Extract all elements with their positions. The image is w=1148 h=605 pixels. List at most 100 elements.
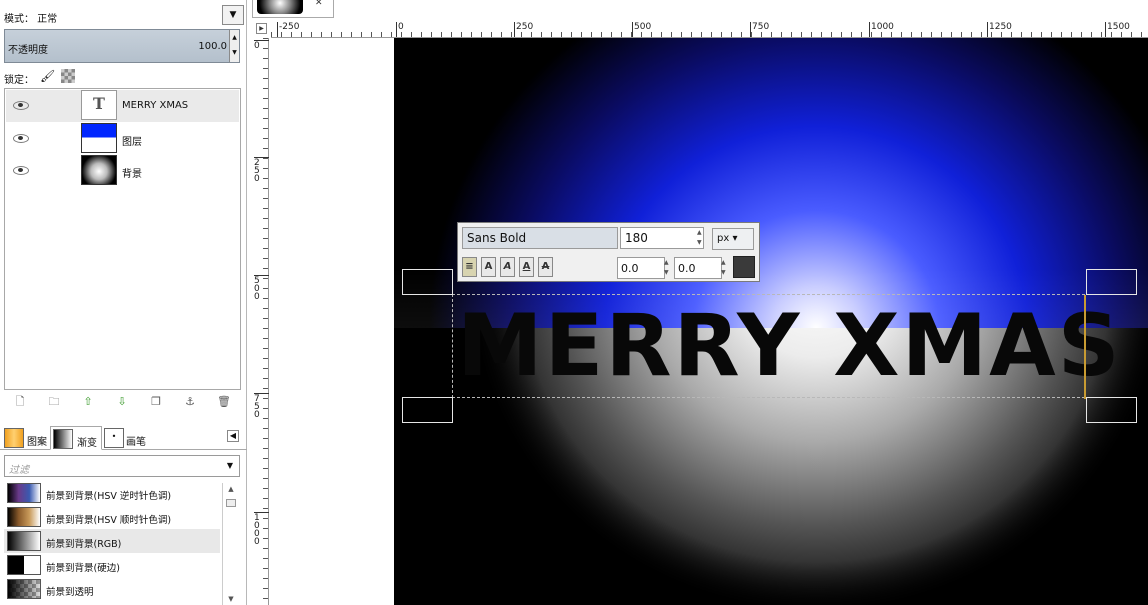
tab-label: 画笔 <box>126 437 146 448</box>
tab-gradients[interactable]: 渐变 <box>50 426 102 450</box>
blue-gradient-layer <box>394 38 1148 328</box>
filter-input[interactable]: 过滤 ▼ <box>4 455 240 477</box>
image-canvas[interactable]: MERRY XMAS <box>394 38 1148 605</box>
raise-layer-icon[interactable]: ⇧ <box>80 394 96 410</box>
gradient-label: 前景到背景(HSV 顺时针色调) <box>46 515 172 526</box>
lower-layer-icon[interactable]: ⇩ <box>114 394 130 410</box>
layers-toolbar: 🗋 🗀 ⇧ ⇩ ❐ ⚓ 🗑 <box>4 394 241 412</box>
pattern-swatch <box>4 428 24 448</box>
gradient-label: 前景到透明 <box>46 587 94 598</box>
gradient-preview <box>7 483 41 503</box>
ruler-label: 0 <box>396 22 404 37</box>
opacity-spinner[interactable]: ▲ ▼ <box>229 30 239 62</box>
gradient-label: 前景到背景(硬边) <box>46 563 120 574</box>
eye-icon[interactable] <box>13 134 29 143</box>
resize-handle-bottom-right[interactable] <box>1086 397 1137 423</box>
resize-handle-top-right[interactable] <box>1086 269 1137 295</box>
ruler-label: 1000 <box>254 512 269 547</box>
gradient-item[interactable]: 前景到背景(硬边) <box>4 553 220 577</box>
baseline-field[interactable]: 0.0 <box>617 257 665 279</box>
image-tab[interactable]: ✕ <box>252 0 334 18</box>
text-cursor <box>1084 295 1086 399</box>
tab-label: 渐变 <box>77 438 97 449</box>
ruler-label: 0 <box>254 40 269 51</box>
opacity-label: 不透明度 <box>8 45 48 56</box>
baseline-spinner[interactable]: ▲ ▼ <box>664 258 672 278</box>
new-layer-icon[interactable]: 🗋 <box>12 394 28 410</box>
tab-brushes[interactable]: • 画笔 <box>102 426 152 450</box>
underline-icon[interactable]: A <box>519 257 534 277</box>
tab-patterns[interactable]: 图案 <box>2 426 50 450</box>
text-layer-thumbnail: T <box>81 90 117 120</box>
gradient-label: 前景到背景(HSV 逆时针色调) <box>46 491 172 502</box>
gradient-item[interactable]: 前景到透明 <box>4 577 220 601</box>
scroll-thumb[interactable] <box>226 499 236 507</box>
resize-handle-bottom-left[interactable] <box>402 397 453 423</box>
gradient-list: 前景到背景(HSV 逆时针色调) 前景到背景(HSV 顺时针色调) 前景到背景(… <box>4 481 240 605</box>
font-size-spinner[interactable]: ▲ ▼ <box>697 228 705 248</box>
gradient-preview <box>7 531 41 551</box>
layer-row-layer[interactable]: 图层 <box>6 123 239 155</box>
brush-swatch: • <box>104 428 124 448</box>
image-thumbnail <box>257 0 303 14</box>
text-color-button[interactable] <box>733 256 755 278</box>
gradient-scrollbar[interactable]: ▲ ▼ <box>222 483 238 605</box>
layer-row-background[interactable]: 背景 <box>6 155 239 187</box>
left-dock: 模式： 正常 ▼ 不透明度 100.0 ▲ ▼ 锁定： 🖌 T MERRY XMA… <box>0 0 247 605</box>
gradient-swatch <box>53 429 73 449</box>
gradient-label: 前景到背景(RGB) <box>46 539 122 550</box>
kerning-spinner[interactable]: ▲ ▼ <box>721 258 729 278</box>
opacity-value[interactable]: 100.0 <box>198 41 227 52</box>
anchor-layer-icon[interactable]: ⚓ <box>182 394 198 410</box>
new-group-icon[interactable]: 🗀 <box>46 394 62 410</box>
resize-handle-top-left[interactable] <box>402 269 453 295</box>
eye-icon[interactable] <box>13 101 29 110</box>
ruler-label: 1500 <box>1105 22 1130 37</box>
font-size-field[interactable]: 180 <box>620 227 704 249</box>
kerning-field[interactable]: 0.0 <box>674 257 722 279</box>
ruler-label: 1000 <box>869 22 894 37</box>
strikethrough-icon[interactable]: A <box>538 257 553 277</box>
layer-name: MERRY XMAS <box>122 100 189 111</box>
horizontal-ruler[interactable]: -250 0 250 500 750 1000 1250 1500 <box>271 22 1148 38</box>
bold-icon[interactable]: A <box>481 257 496 277</box>
dock-tabs: 图案 渐变 • 画笔 ◀ <box>0 424 247 450</box>
scroll-up-icon[interactable]: ▲ <box>225 485 237 495</box>
background-thumbnail <box>81 155 117 185</box>
gradient-item[interactable]: 前景到背景(RGB) <box>4 529 220 553</box>
ruler-label: 750 <box>254 393 269 420</box>
opacity-slider[interactable]: 不透明度 100.0 ▲ ▼ <box>4 29 240 63</box>
gradient-item[interactable]: 前景到背景(HSV 逆时针色调) <box>4 481 220 505</box>
clear-style-icon[interactable]: ≡ <box>462 257 477 277</box>
mode-label: 模式： 正常 <box>4 14 58 25</box>
lock-label: 锁定： <box>4 75 34 86</box>
close-icon[interactable]: ✕ <box>315 0 323 8</box>
scroll-down-icon[interactable]: ▼ <box>225 595 237 605</box>
unit-dropdown[interactable]: px ▾ <box>712 228 754 250</box>
duplicate-layer-icon[interactable]: ❐ <box>148 394 164 410</box>
tab-menu-icon[interactable]: ◀ <box>227 430 239 442</box>
italic-icon[interactable]: A <box>500 257 515 277</box>
lock-alpha-icon[interactable] <box>61 69 75 83</box>
canvas-text[interactable]: MERRY XMAS <box>457 301 1122 391</box>
vertical-ruler[interactable]: 0 250 500 750 1000 <box>253 38 269 605</box>
eye-icon[interactable] <box>13 166 29 175</box>
mode-row: 模式： 正常 ▼ <box>4 5 244 27</box>
ruler-label: 750 <box>749 22 770 37</box>
text-style-editor: Sans Bold 180 ▲ ▼ px ▾ ≡ A A A A 0.0 ▲ ▼ 0… <box>457 222 760 282</box>
lock-pixels-icon[interactable]: 🖌 <box>40 69 55 83</box>
font-field[interactable]: Sans Bold <box>462 227 618 249</box>
layer-name: 图层 <box>122 137 142 148</box>
delete-layer-icon[interactable]: 🗑 <box>216 394 232 410</box>
filter-placeholder: 过滤 <box>9 465 29 476</box>
navigate-icon[interactable]: ▶ <box>256 23 267 34</box>
mode-dropdown[interactable]: ▼ <box>222 5 244 25</box>
chevron-down-icon[interactable]: ▼ <box>227 461 233 470</box>
gradient-item[interactable]: 前景到背景(HSV 顺时针色调) <box>4 505 220 529</box>
text-box[interactable]: MERRY XMAS <box>452 294 1120 399</box>
ruler-label: 500 <box>631 22 652 37</box>
layer-row-merry-xmas[interactable]: T MERRY XMAS <box>6 90 239 122</box>
gradient-preview <box>7 579 41 599</box>
layer-name: 背景 <box>122 169 142 180</box>
layers-list: T MERRY XMAS 图层 背景 <box>4 88 241 390</box>
